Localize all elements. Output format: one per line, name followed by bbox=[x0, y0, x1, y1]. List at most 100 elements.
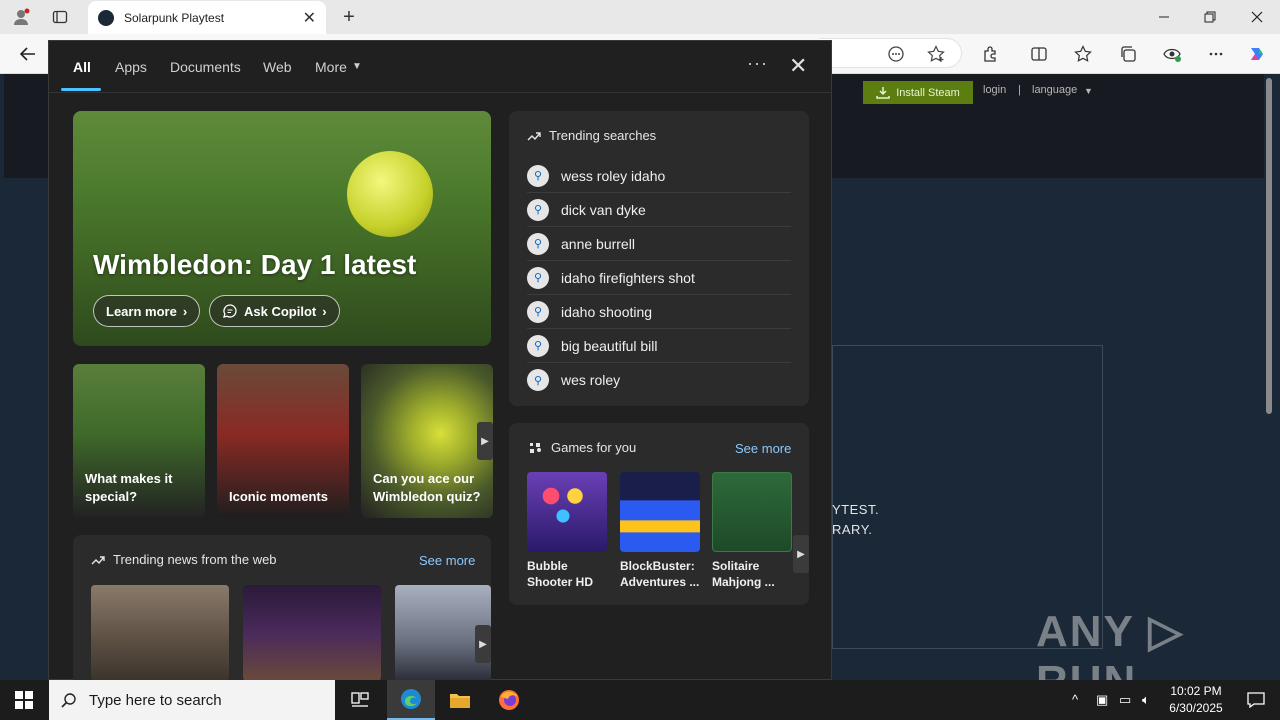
trending-item[interactable]: ⚲ idaho shooting bbox=[527, 295, 791, 329]
taskbar-search-input[interactable]: Type here to search bbox=[49, 680, 335, 720]
game-name: Solitaire Mahjong ... bbox=[712, 559, 775, 589]
tab-apps[interactable]: Apps bbox=[115, 59, 147, 75]
volume-icon[interactable]: 🔈︎ bbox=[1142, 692, 1150, 708]
carousel-next-icon[interactable]: ▶ bbox=[477, 422, 493, 460]
login-link[interactable]: login bbox=[983, 84, 1006, 96]
trending-title: Trending searches bbox=[549, 128, 657, 143]
address-bar[interactable] bbox=[820, 38, 962, 68]
clock-time: 10:02 PM bbox=[1170, 684, 1222, 698]
page-scrollbar[interactable] bbox=[1266, 78, 1272, 414]
ask-copilot-label: Ask Copilot bbox=[244, 303, 317, 319]
network-icon[interactable]: ▭ bbox=[1119, 692, 1131, 708]
file-explorer-icon[interactable] bbox=[436, 680, 484, 720]
trending-arrow-icon bbox=[527, 131, 541, 140]
task-view-icon[interactable] bbox=[336, 680, 384, 720]
games-header: Games for you bbox=[527, 440, 636, 455]
download-icon bbox=[876, 86, 890, 99]
windows-start-icon[interactable] bbox=[0, 680, 48, 720]
minimize-icon[interactable] bbox=[1141, 0, 1187, 34]
chevron-right-icon: › bbox=[182, 303, 188, 319]
trending-arrow-icon bbox=[91, 555, 105, 564]
tab-web[interactable]: Web bbox=[263, 59, 292, 75]
thumb-card-iconic[interactable]: Iconic moments bbox=[217, 364, 349, 518]
thumb-card-quiz[interactable]: Can you ace our Wimbledon quiz? bbox=[361, 364, 493, 518]
tab-actions-icon[interactable] bbox=[49, 6, 71, 28]
profile-icon[interactable] bbox=[10, 6, 32, 28]
game-name: BlockBuster: Adventures ... bbox=[620, 559, 700, 589]
more-chevron-icon[interactable]: ▼ bbox=[352, 61, 362, 72]
blockbuster-tile[interactable] bbox=[620, 472, 700, 552]
close-window-icon[interactable] bbox=[1234, 0, 1280, 34]
ask-copilot-button[interactable]: Ask Copilot › bbox=[209, 295, 340, 327]
news-image[interactable] bbox=[91, 585, 229, 681]
reader-icon[interactable] bbox=[885, 43, 907, 65]
news-see-more-link[interactable]: See more bbox=[419, 553, 475, 568]
tab-documents[interactable]: Documents bbox=[170, 59, 241, 75]
copilot-icon[interactable] bbox=[1246, 43, 1268, 65]
bubble-shooter-tile[interactable] bbox=[527, 472, 607, 552]
trending-item-label: dick van dyke bbox=[561, 201, 646, 218]
news-header: Trending news from the web bbox=[91, 552, 277, 567]
new-tab-button[interactable]: + bbox=[338, 6, 360, 28]
search-icon: ⚲ bbox=[527, 300, 549, 323]
search-icon: ⚲ bbox=[527, 266, 549, 289]
back-arrow-icon[interactable] bbox=[17, 43, 39, 65]
learn-more-label: Learn more bbox=[106, 303, 177, 319]
edge-browser-icon[interactable] bbox=[387, 680, 435, 720]
chat-bubble-icon bbox=[223, 304, 237, 318]
system-clock[interactable]: 10:02 PM 6/30/2025 bbox=[1160, 683, 1232, 717]
meet-now-icon[interactable]: ▣ bbox=[1096, 692, 1108, 708]
install-steam-button[interactable]: Install Steam bbox=[863, 81, 973, 104]
trending-item[interactable]: ⚲ wess roley idaho bbox=[527, 159, 791, 193]
settings-more-icon[interactable] bbox=[1205, 43, 1227, 65]
split-screen-icon[interactable] bbox=[1028, 43, 1050, 65]
search-icon bbox=[61, 693, 76, 708]
favorite-star-icon[interactable] bbox=[925, 43, 947, 65]
notifications-icon[interactable] bbox=[1232, 680, 1280, 720]
games-see-more-link[interactable]: See more bbox=[735, 441, 791, 456]
trending-item[interactable]: ⚲ anne burrell bbox=[527, 227, 791, 261]
favorites-icon[interactable] bbox=[1072, 43, 1094, 65]
trending-item[interactable]: ⚲ wes roley bbox=[527, 363, 791, 397]
tennis-ball-image bbox=[347, 151, 433, 237]
install-steam-label: Install Steam bbox=[896, 86, 960, 99]
browser-essentials-icon[interactable] bbox=[1161, 43, 1183, 65]
trending-item[interactable]: ⚲ idaho firefighters shot bbox=[527, 261, 791, 295]
thumb-card-special[interactable]: What makes it special? bbox=[73, 364, 205, 518]
news-image[interactable] bbox=[243, 585, 381, 681]
hero-card[interactable]: Wimbledon: Day 1 latest Learn more › Ask… bbox=[73, 111, 491, 346]
trending-item-label: wes roley bbox=[561, 372, 621, 388]
mahjong-tile[interactable] bbox=[712, 472, 792, 552]
thumb-caption: Iconic moments bbox=[229, 489, 328, 504]
news-title: Trending news from the web bbox=[113, 552, 277, 567]
firefox-icon[interactable] bbox=[485, 680, 533, 720]
language-chevron-icon[interactable]: ▼ bbox=[1084, 86, 1093, 96]
trending-item-label: idaho shooting bbox=[561, 303, 653, 320]
restore-icon[interactable] bbox=[1187, 0, 1233, 34]
language-dropdown[interactable]: language bbox=[1032, 84, 1077, 96]
browser-tab-bar: Solarpunk Playtest ✕ + bbox=[0, 0, 1280, 34]
trending-item[interactable]: ⚲ dick van dyke bbox=[527, 193, 791, 227]
clock-date: 6/30/2025 bbox=[1169, 701, 1223, 715]
tab-more[interactable]: More bbox=[315, 59, 347, 75]
trending-item[interactable]: ⚲ big beautiful bill bbox=[527, 329, 791, 363]
search-flyout: All Apps Documents Web More ▼ ··· ✕ Wimb… bbox=[48, 40, 832, 681]
news-card: Trending news from the web See more ▶ bbox=[73, 535, 491, 681]
trending-header: Trending searches bbox=[527, 128, 656, 143]
close-flyout-icon[interactable]: ✕ bbox=[789, 53, 807, 79]
taskbar: Type here to search ^ ▣ ▭ 🔈︎ 10:02 PM 6/… bbox=[0, 680, 1280, 720]
tab-close-icon[interactable]: ✕ bbox=[303, 8, 316, 28]
learn-more-button[interactable]: Learn more › bbox=[93, 295, 201, 327]
show-hidden-icons-icon[interactable]: ^ bbox=[1072, 692, 1078, 707]
extensions-icon[interactable] bbox=[980, 43, 1002, 65]
tab-all[interactable]: All bbox=[73, 59, 91, 75]
search-icon: ⚲ bbox=[527, 232, 549, 255]
active-tab-indicator bbox=[61, 88, 101, 91]
steam-body-line-1: YTEST. bbox=[832, 502, 880, 517]
flyout-nav: All Apps Documents Web More ▼ ··· ✕ bbox=[49, 41, 831, 93]
game-name: Bubble Shooter HD bbox=[527, 559, 593, 589]
options-ellipsis-icon[interactable]: ··· bbox=[747, 53, 768, 74]
news-next-icon[interactable]: ▶ bbox=[475, 625, 491, 663]
collections-icon[interactable] bbox=[1117, 43, 1139, 65]
browser-tab[interactable]: Solarpunk Playtest ✕ bbox=[88, 1, 326, 34]
